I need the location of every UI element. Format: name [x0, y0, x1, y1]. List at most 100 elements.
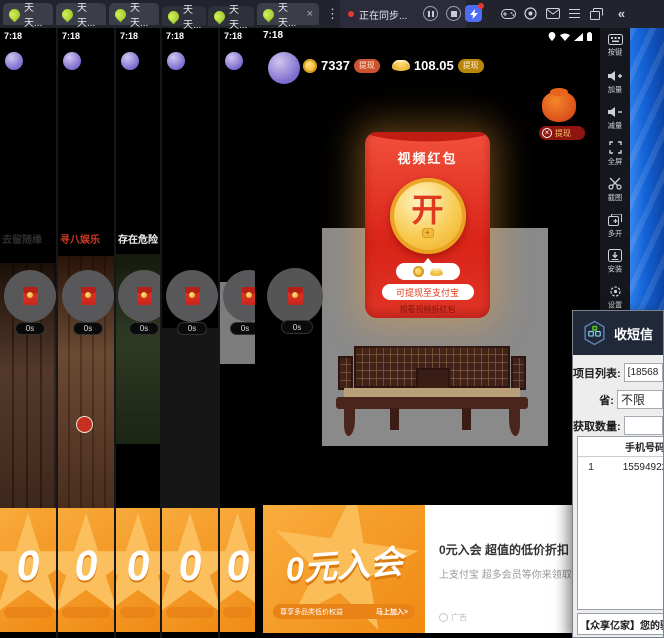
sidebar-item-fullscreen[interactable]: 全屏 — [600, 136, 630, 172]
emulator-instance-1[interactable]: 7:18 去留随缘 0s 0 — [0, 28, 58, 638]
pendant-withdraw-pill[interactable]: × 提现 — [539, 126, 585, 140]
plus-icon: + — [422, 228, 434, 238]
sidebar-item-keymap[interactable]: 按键 — [600, 28, 630, 64]
quantity-input[interactable] — [624, 416, 663, 435]
menu-button[interactable] — [566, 5, 583, 22]
map-pin-icon — [7, 6, 23, 22]
tab-tiantian-2[interactable]: 天天... — [56, 3, 106, 25]
tab-tiantian-1[interactable]: 天天... — [3, 3, 53, 25]
tab-tiantian-4[interactable]: 天天... — [162, 6, 206, 26]
sync-stop-button[interactable] — [446, 6, 461, 21]
daybed-leg — [509, 408, 520, 436]
red-envelope-icon — [81, 287, 96, 305]
banner-cta-pill[interactable]: 尊享多品类低价权益 马上加入> — [273, 604, 415, 619]
open-coin-button[interactable]: 开 + — [390, 178, 466, 254]
sms-app-titlebar[interactable]: 收短信 — [573, 311, 663, 355]
sync-status-text: 正在同步... — [359, 7, 407, 22]
sidebar-item-volume-up[interactable]: 加量 — [600, 64, 630, 100]
install-apk-icon — [608, 249, 622, 262]
avatar[interactable] — [5, 52, 23, 70]
province-dropdown[interactable]: 不限 — [617, 390, 663, 409]
tab-tiantian-6-active[interactable]: 天天... × — [257, 3, 319, 25]
desktop-screenshot: 7:18 去留随缘 0s 0 7:18 寻八娱乐 0s 0 7:18 存在危险 … — [0, 0, 664, 638]
avatar[interactable] — [268, 52, 300, 84]
sidebar-item-multi-instance[interactable]: 多开 — [600, 208, 630, 244]
tab-close-icon[interactable]: × — [307, 9, 313, 20]
status-time: 7:18 — [224, 31, 242, 41]
row-phone: 15594922 — [604, 462, 664, 473]
phone-column-header: 手机号码 — [604, 439, 664, 454]
sidebar-item-volume-down[interactable]: 减量 — [600, 100, 630, 136]
red-envelope-widget[interactable] — [118, 270, 162, 322]
coin-withdraw-badge[interactable]: 提现 — [354, 59, 380, 73]
ingot-icon — [430, 268, 443, 276]
promo-banner[interactable]: 0 — [162, 508, 218, 632]
record-icon — [524, 7, 537, 20]
avatar[interactable] — [63, 52, 81, 70]
banner-zero-text: 0 — [15, 541, 42, 591]
stop-icon — [451, 11, 457, 17]
ad-mark: 广告 — [439, 612, 467, 623]
red-envelope-widget[interactable] — [166, 270, 218, 322]
daybed-leg — [344, 408, 355, 436]
promo-banner[interactable]: 0 — [58, 508, 114, 632]
emulator-instance-3[interactable]: 7:18 存在危险 0s 0 — [116, 28, 162, 638]
avatar[interactable] — [167, 52, 185, 70]
project-dropdown[interactable]: [18568 — [624, 363, 663, 382]
countdown-pill: 0s — [281, 320, 313, 334]
coin-count: 7337 — [321, 58, 350, 73]
collapse-sidebar-button[interactable]: « — [613, 5, 630, 22]
tab-overflow-menu-icon[interactable]: ⋮ — [326, 6, 339, 22]
video-title-overlay: 寻八娱乐 — [60, 231, 100, 246]
main-emulator-window[interactable]: 7:18 7337 提现 108.05 提现 × 提现 — [255, 28, 600, 638]
red-envelope-widget[interactable] — [267, 268, 323, 324]
promo-banner[interactable]: 0 — [0, 508, 56, 632]
close-icon[interactable]: × — [542, 128, 552, 138]
sidebar-item-screenshot[interactable]: 截图 — [600, 172, 630, 208]
table-row[interactable]: 1 15594922 — [578, 457, 664, 477]
popup-hint: 观看视频拆红包 — [365, 304, 490, 315]
red-envelope-widget[interactable] — [4, 270, 56, 322]
tab-label: 天天... — [77, 0, 100, 29]
countdown-pill: 0s — [15, 322, 45, 335]
avatar[interactable] — [225, 52, 243, 70]
ingot-withdraw-badge[interactable]: 提现 — [458, 59, 484, 73]
booster-button[interactable] — [465, 5, 482, 22]
window-restore-button[interactable] — [588, 5, 605, 22]
promo-banner[interactable]: 0 — [220, 508, 255, 632]
lucky-bag-pendant[interactable] — [537, 92, 581, 128]
withdraw-alipay-pill: 可提现至支付宝 — [382, 284, 474, 300]
sync-pause-button[interactable] — [423, 6, 438, 21]
map-pin-icon — [166, 8, 182, 24]
fullscreen-icon — [609, 141, 622, 154]
emulator-instance-2[interactable]: 7:18 寻八娱乐 0s 0 — [58, 28, 116, 638]
red-envelope-widget[interactable] — [62, 270, 114, 322]
tab-label: 天天... — [183, 1, 201, 31]
tab-tiantian-5[interactable]: 天天... — [208, 6, 254, 26]
emulator-instance-4[interactable]: 7:18 0s 0 — [162, 28, 220, 638]
sidebar-item-label: 全屏 — [608, 157, 622, 167]
membership-ad-banner[interactable]: 0元入会 尊享多品类低价权益 马上加入> 0元入会 超值的低价折扣 上支付宝 超… — [263, 505, 597, 633]
phone-number-table[interactable]: 手机号码 1 15594922 — [577, 436, 664, 610]
message-button[interactable] — [544, 5, 561, 22]
quantity-field-row: 获取数量: — [573, 416, 663, 435]
sidebar-item-install-apk[interactable]: 安装 — [600, 244, 630, 280]
video-redpacket-popup[interactable]: 视频红包 开 + 可提现至支付宝 观看视频拆红包 — [365, 132, 490, 318]
banner-headline: 0元入会 — [284, 535, 404, 591]
sidebar-item-label: 加量 — [608, 84, 622, 94]
gamepad-button[interactable] — [500, 5, 517, 22]
tab-tiantian-3[interactable]: 天天... — [109, 3, 159, 25]
promo-banner[interactable]: 0 — [116, 508, 160, 632]
collapse-icon: « — [618, 6, 625, 21]
battery-icon — [587, 32, 592, 41]
red-envelope-icon — [288, 287, 303, 305]
sidebar-item-label: 多开 — [608, 228, 622, 238]
screen-record-button[interactable] — [522, 5, 539, 22]
row-index: 1 — [578, 462, 604, 473]
sms-receiver-app-window[interactable]: 收短信 项目列表: [18568 省: 不限 获取数量: 手机号码 1 1559… — [572, 310, 664, 638]
sms-content-box[interactable]: 【众享亿家】您的验证 — [577, 613, 664, 635]
avatar[interactable] — [121, 52, 139, 70]
multi-instance-icon — [608, 214, 622, 226]
emulator-instance-5[interactable]: 7:18 0s 0 — [220, 28, 255, 638]
status-time: 7:18 — [4, 31, 22, 41]
